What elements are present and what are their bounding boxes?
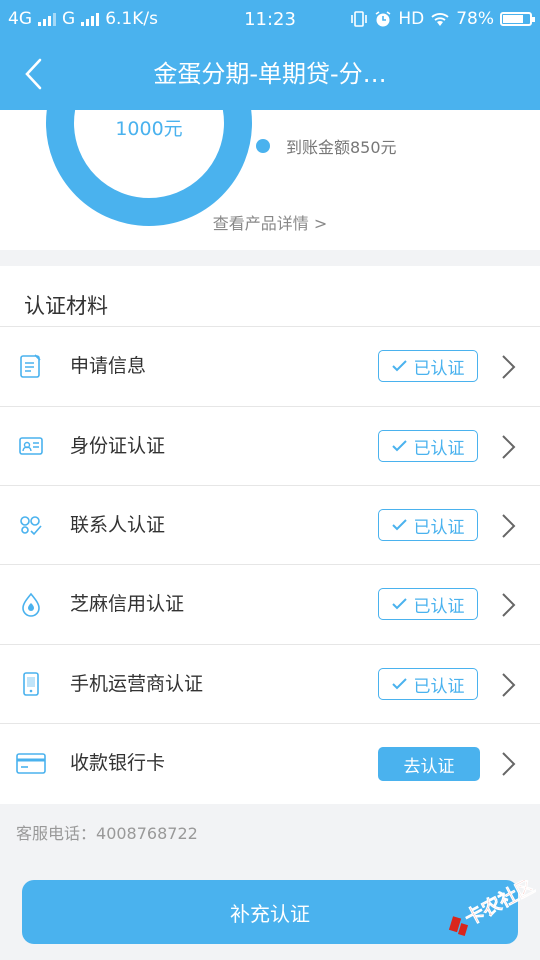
check-icon (391, 440, 407, 452)
check-icon (391, 598, 407, 610)
id-card-icon (19, 437, 43, 455)
check-icon (391, 519, 407, 531)
chevron-right-icon (502, 514, 516, 538)
chevron-right-icon (502, 673, 516, 697)
bank-card-icon (16, 753, 46, 774)
material-label: 申请信息 (70, 355, 147, 377)
status-badge[interactable]: 已认证 (378, 668, 478, 700)
chevron-right-icon (502, 752, 516, 776)
legend: 到账金额850元 (256, 134, 397, 158)
material-label: 收款银行卡 (70, 752, 166, 774)
material-label: 芝麻信用认证 (70, 593, 185, 615)
nav-bar: 金蛋分期-单期贷-分… (0, 38, 540, 110)
status-badge[interactable]: 已认证 (378, 509, 478, 541)
service-phone[interactable]: 4008768722 (96, 824, 198, 843)
wifi-icon (431, 13, 449, 26)
status-badge[interactable]: 已认证 (378, 430, 478, 462)
legend-dot-icon (256, 139, 270, 153)
chevron-right-icon (502, 355, 516, 379)
material-row-id-card[interactable]: 身份证认证 已认证 (0, 406, 540, 486)
form-icon (20, 354, 41, 378)
chevron-right-icon (502, 593, 516, 617)
status-text: 已认证 (413, 517, 465, 538)
section-title: 认证材料 (24, 294, 108, 318)
sesame-drop-icon (22, 592, 40, 617)
material-label: 手机运营商认证 (70, 673, 204, 695)
materials-section: 认证材料 申请信息 已认证 身份证认证 已认证 联系人认证 已认证 芝麻信用认证 (0, 266, 540, 804)
service-label: 客服电话： (16, 824, 97, 843)
status-text: 已认证 (413, 358, 465, 379)
legend-text: 到账金额850元 (286, 138, 397, 157)
status-badge[interactable]: 已认证 (378, 588, 478, 620)
back-button[interactable] (16, 54, 56, 94)
material-label: 联系人认证 (70, 514, 166, 536)
donut-amount-label: 1000元 (115, 118, 183, 140)
status-text: 已认证 (413, 676, 465, 697)
watermark-text: 卡农社区 (461, 880, 536, 930)
check-icon (391, 678, 407, 690)
battery-percent: 78% (456, 9, 494, 29)
vibrate-icon (351, 11, 368, 27)
status-text: 已认证 (413, 596, 465, 617)
check-icon (391, 360, 407, 372)
contacts-icon (20, 516, 42, 536)
status-right: HD 78% (350, 0, 535, 38)
chevron-left-icon (25, 58, 42, 90)
status-badge[interactable]: 已认证 (378, 350, 478, 382)
hd-label: HD (398, 9, 425, 29)
product-detail-link[interactable]: 查看产品详情 > (0, 210, 540, 234)
watermark-logo: 卡农社区 (448, 880, 536, 937)
material-row-sesame-credit[interactable]: 芝麻信用认证 已认证 (0, 564, 540, 644)
alarm-icon (375, 11, 391, 27)
material-row-carrier[interactable]: 手机运营商认证 已认证 (0, 644, 540, 724)
material-row-bank-card[interactable]: 收款银行卡 去认证 (0, 723, 540, 803)
status-text: 已认证 (413, 438, 465, 459)
page-title: 金蛋分期-单期贷-分… (153, 60, 387, 88)
chevron-right-icon (502, 435, 516, 459)
material-label: 身份证认证 (70, 435, 166, 457)
customer-service: 客服电话：4008768722 (16, 820, 198, 844)
material-row-contacts[interactable]: 联系人认证 已认证 (0, 485, 540, 565)
material-row-application[interactable]: 申请信息 已认证 (0, 326, 540, 406)
verify-button[interactable]: 去认证 (378, 747, 480, 781)
product-summary: 1000元 到账金额850元 查看产品详情 > (0, 110, 540, 250)
phone-icon (23, 672, 39, 696)
battery-icon (500, 12, 535, 26)
status-bar: 4G G 6.1K/s 11:23 HD 78% (0, 0, 540, 38)
